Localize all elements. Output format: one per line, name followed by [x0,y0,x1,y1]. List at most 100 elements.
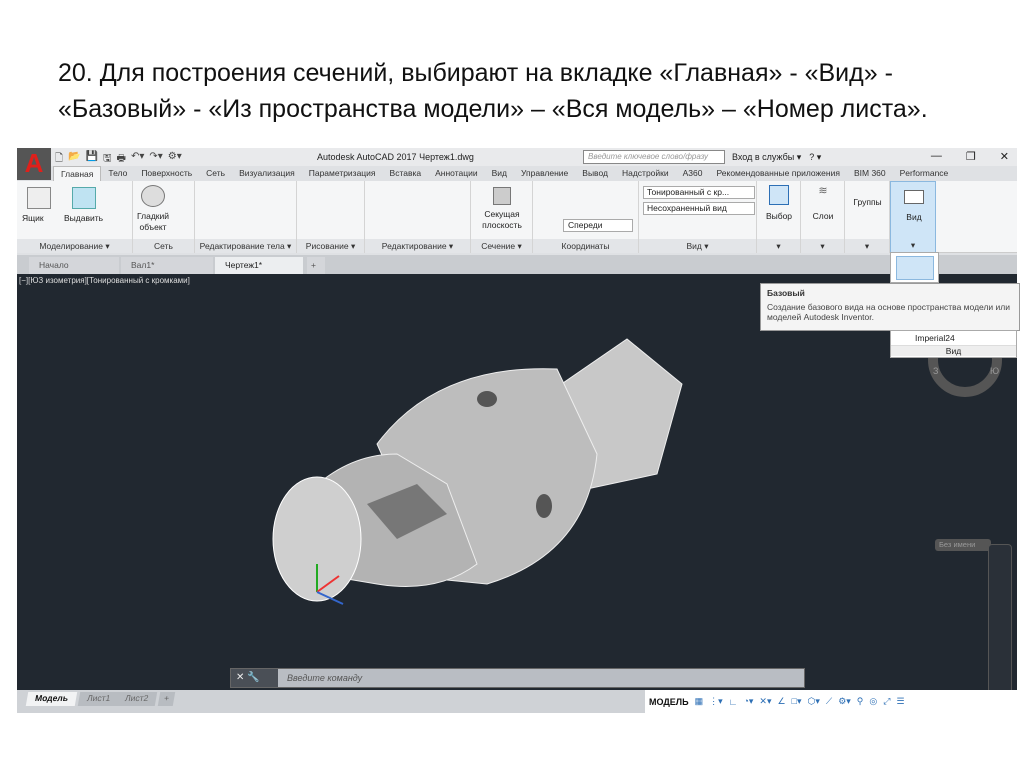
annotation-icon[interactable]: ⚲ [857,696,864,707]
extrude-icon[interactable] [72,187,96,209]
tab-mesh[interactable]: Сеть [199,166,232,181]
panel-label[interactable]: Координаты [533,239,638,253]
tab-visualize[interactable]: Визуализация [232,166,302,181]
dimension-style-select[interactable]: Imperial24 [891,331,1016,346]
menu-icon[interactable]: ☰ [896,696,904,707]
ribbon: Ящик Выдавить Моделирование ▾ Гладкий об… [17,181,1017,253]
section-plane-button[interactable]: Секущая плоскость [477,209,527,231]
groups-button[interactable]: Группы [845,197,890,208]
title-bar: A 🗋 📂 💾 🖫 🖶 ↶▾ ↷▾ ⚙▾ Autodesk AutoCAD 2017 Черт… [17,148,1017,180]
tooltip-title: Базовый [767,288,805,298]
style-panel: Imperial24 Вид [890,330,1017,358]
view-panel-label[interactable]: Вид [891,346,1016,356]
hole-top [477,391,497,407]
redo-icon[interactable]: ↷▾ [149,151,162,164]
tab-surface[interactable]: Поверхность [134,166,199,181]
tab-solid[interactable]: Тело [101,166,134,181]
panel-label[interactable]: Редактирование ▾ [365,239,470,253]
panel-label[interactable]: Рисование ▾ [297,239,364,253]
panel-groups: Группы ▾ [845,181,890,253]
smooth-object-icon[interactable] [141,185,165,207]
smooth-object-button[interactable]: Гладкий объект [135,211,171,233]
compass-west[interactable]: З [933,366,938,376]
tab-addins[interactable]: Надстройки [615,166,676,181]
tab-performance[interactable]: Performance [893,166,956,181]
search-input[interactable]: Введите ключевое слово/фразу [583,150,725,164]
login-button[interactable]: Вход в службы ▾ [732,152,801,163]
panel-label[interactable]: Вид ▾ [639,239,756,253]
tab-featured-apps[interactable]: Рекомендованные приложения [709,166,846,181]
autocad-window: A 🗋 📂 💾 🖫 🖶 ↶▾ ↷▾ ⚙▾ Autodesk AutoCAD 2017 Черт… [17,148,1020,713]
named-view-select[interactable]: Несохраненный вид [643,202,755,215]
doc-tab-start[interactable]: Начало [29,257,119,274]
model-space-button[interactable]: МОДЕЛЬ [649,697,689,707]
tab-home[interactable]: Главная [53,166,102,181]
box-button[interactable]: Ящик [22,213,44,224]
tab-bim360[interactable]: BIM 360 [847,166,893,181]
panel-label[interactable]: Сеть [133,239,194,253]
command-line-controls[interactable]: ✕ 🔧 [231,669,278,687]
gear-icon[interactable]: ⚙▾ [838,696,851,707]
close-button[interactable]: ✕ [1000,150,1009,163]
ortho-icon[interactable]: ∟ [729,697,738,707]
fullscreen-icon[interactable]: ⤢ [883,696,890,707]
visual-style-select[interactable]: Тонированный с кр... [643,186,755,199]
workspace-icon[interactable]: ⚙▾ [168,151,182,164]
panel-coordinates: Спереди Координаты [533,181,639,253]
tab-annotate[interactable]: Аннотации [428,166,485,181]
tab-insert[interactable]: Вставка [383,166,429,181]
view-button[interactable]: Вид [891,212,937,223]
open-icon[interactable]: 📂 [68,151,80,164]
model-viewport[interactable]: [−][ЮЗ изометрия][Тонированный с кромкам… [17,274,1017,704]
layout-tab-sheet2[interactable]: Лист2 [115,692,158,706]
panel-label[interactable]: Редактирование тела ▾ [195,239,296,253]
print-icon[interactable]: 🖶 [116,151,125,164]
polar-icon[interactable]: ◔▾ [743,696,753,707]
help-button[interactable]: ? ▾ [809,152,821,163]
box-icon[interactable] [27,187,51,209]
minimize-button[interactable]: — [931,150,942,163]
layout-tab-sheet1[interactable]: Лист1 [77,692,120,706]
tab-manage[interactable]: Управление [514,166,575,181]
maximize-button[interactable]: ❐ [966,150,976,163]
new-tab-button[interactable]: + [307,257,325,274]
doc-tab-drawing1[interactable]: Чертеж1* [215,257,303,274]
layout-tab-model[interactable]: Модель [25,692,78,706]
add-layout-button[interactable]: + [157,692,176,706]
compass-south[interactable]: Ю [990,366,999,376]
section-plane-icon[interactable] [493,187,511,205]
3dosnap-icon[interactable]: ⬡▾ [808,696,820,707]
extrude-button[interactable]: Выдавить [64,213,103,224]
osnap-icon[interactable]: ✕▾ [759,696,771,707]
snap-icon[interactable]: ⋮▾ [709,696,723,707]
layers-button[interactable]: Слои [801,211,845,222]
ucs-menu-button[interactable]: Без имени [935,539,991,551]
tab-parametric[interactable]: Параметризация [302,166,383,181]
save-icon[interactable]: 💾 [86,151,98,164]
isolate-icon[interactable]: ◎ [869,696,877,707]
angle-icon[interactable]: ∠ [777,696,785,707]
command-line[interactable]: ✕ 🔧 Введите команду [230,668,805,688]
tooltip-text: Создание базового вида на основе простра… [767,302,1011,322]
base-view-button[interactable] [896,256,934,280]
doc-tab-val1[interactable]: Вал1* [121,257,213,274]
view-button-panel[interactable]: Вид ▾ [890,181,936,253]
panel-label[interactable]: Сечение ▾ [471,239,532,253]
saveas-icon[interactable]: 🖫 [103,151,112,164]
front-view-select[interactable]: Спереди [563,219,633,232]
select-button[interactable]: Выбор [757,211,801,222]
ducs-icon[interactable]: ⟋ [826,696,832,707]
tab-output[interactable]: Вывод [575,166,615,181]
navigation-bar[interactable] [988,544,1012,704]
isodraft-icon[interactable]: □▾ [792,696,802,707]
grid-icon[interactable]: ▦ [695,696,704,707]
tab-view[interactable]: Вид [485,166,514,181]
layers-icon[interactable]: ≋ [813,185,833,205]
new-icon[interactable]: 🗋 [55,151,63,164]
command-input[interactable]: Введите команду [287,673,362,683]
select-icon[interactable] [769,185,789,205]
panel-label[interactable]: Моделирование ▾ [17,239,132,253]
undo-icon[interactable]: ↶▾ [131,151,144,164]
tab-a360[interactable]: A360 [676,166,710,181]
app-menu-button[interactable]: A [17,148,51,180]
